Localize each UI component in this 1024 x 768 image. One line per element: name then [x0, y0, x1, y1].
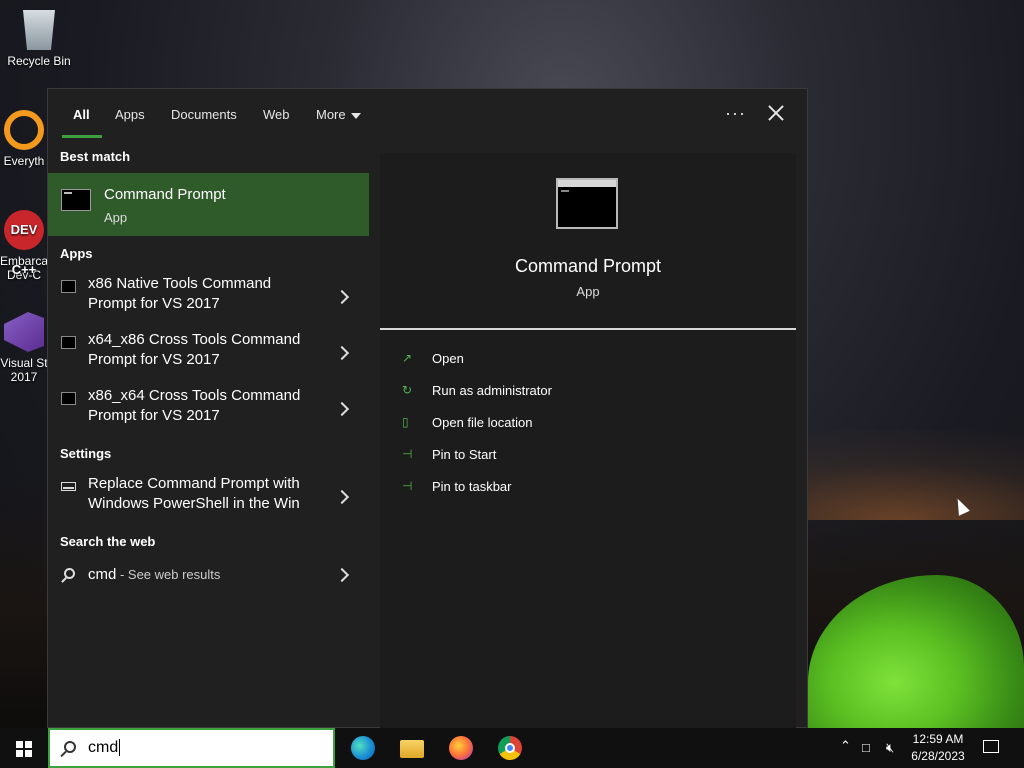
app-result-line2: Prompt for VS 2017 — [88, 295, 220, 312]
shield-icon: ↻ — [402, 383, 413, 397]
pin-icon: ⊣ — [402, 479, 413, 493]
best-match-subtitle: App — [104, 210, 128, 225]
windows-logo-icon — [25, 750, 32, 757]
chevron-right-icon[interactable] — [334, 289, 350, 305]
settings-heading: Settings — [60, 446, 112, 461]
firefox-icon[interactable] — [449, 736, 473, 760]
show-hidden-icons-chevron-icon[interactable]: ⌃ — [840, 738, 851, 754]
system-clock[interactable]: 12:59 AM 6/28/2023 — [902, 731, 974, 765]
web-result-cmd[interactable]: cmd - See web results — [48, 557, 369, 591]
action-label: Pin to Start — [432, 447, 497, 462]
settings-display-icon — [61, 482, 76, 491]
app-result-line1: x86_x64 Cross Tools Command — [88, 387, 301, 404]
app-result-line1: x64_x86 Cross Tools Command — [88, 331, 301, 348]
edge-icon[interactable] — [351, 736, 375, 760]
desktop-icon-label: Visual St 2017 — [0, 356, 48, 384]
desktop-icon-everything[interactable]: Everyth — [0, 110, 48, 168]
tab-more[interactable]: More — [316, 107, 361, 122]
app-result-label: x86_x64 Cross Tools Command Prompt for V… — [88, 386, 318, 426]
taskbar-search-input[interactable]: cmd — [48, 728, 335, 768]
preview-divider — [380, 328, 796, 330]
search-icon — [64, 741, 76, 753]
app-result-x86-x64-cross[interactable]: x86_x64 Cross Tools Command Prompt for V… — [48, 382, 369, 436]
search-tabs: All Apps Documents Web More ··· — [48, 89, 807, 138]
app-result-label: x64_x86 Cross Tools Command Prompt for V… — [88, 330, 318, 370]
command-prompt-icon — [61, 280, 76, 293]
app-result-line2: Prompt for VS 2017 — [88, 351, 220, 368]
apps-heading: Apps — [60, 246, 93, 261]
best-match-title: Command Prompt — [104, 186, 226, 203]
tab-web[interactable]: Web — [263, 107, 290, 122]
windows-logo-icon — [16, 741, 23, 748]
clock-date: 6/28/2023 — [911, 749, 965, 763]
file-location-icon: ▯ — [402, 415, 409, 429]
command-prompt-icon — [61, 189, 91, 211]
desktop-icon-label: Everyth — [3, 154, 45, 168]
desktop-icon-visual-studio[interactable]: Visual St 2017 — [0, 312, 48, 384]
command-prompt-icon — [556, 178, 618, 229]
best-match-command-prompt[interactable]: Command Prompt App — [48, 173, 369, 236]
close-icon[interactable] — [764, 101, 788, 125]
pin-icon: ⊣ — [402, 447, 413, 461]
desktop-icon-devcpp[interactable]: DEV C++ Embarca Dev-C — [0, 210, 48, 282]
action-label: Open file location — [432, 415, 533, 430]
best-match-heading: Best match — [60, 149, 131, 164]
search-query-text: cmd — [88, 739, 119, 756]
search-input-value[interactable]: cmd — [88, 739, 121, 757]
chevron-right-icon[interactable] — [334, 489, 350, 505]
file-explorer-icon[interactable] — [400, 740, 424, 758]
tab-more-label: More — [316, 107, 346, 122]
preview-subtitle: App — [576, 284, 600, 299]
more-options-icon[interactable]: ··· — [725, 103, 746, 124]
preview-pane: Command Prompt App ↗ Open ↻ Run as admin… — [380, 153, 796, 729]
settings-result-label: Replace Command Prompt with Windows Powe… — [88, 474, 318, 514]
action-center-icon[interactable] — [983, 740, 999, 753]
web-result-query: cmd — [88, 566, 117, 583]
action-label: Open — [432, 351, 464, 366]
visual-studio-icon — [4, 312, 44, 352]
settings-result-replace-powershell[interactable]: Replace Command Prompt with Windows Powe… — [48, 470, 369, 524]
preview-title: Command Prompt — [514, 256, 662, 276]
volume-muted-icon[interactable]: 🔇︎ — [886, 740, 894, 756]
start-button[interactable] — [16, 741, 32, 757]
app-result-line1: x86 Native Tools Command — [88, 275, 272, 292]
app-result-x86-native[interactable]: x86 Native Tools Command Prompt for VS 2… — [48, 270, 369, 324]
open-icon: ↗ — [402, 351, 413, 365]
clock-time: 12:59 AM — [912, 732, 964, 746]
tab-all[interactable]: All — [73, 107, 90, 122]
app-result-label: x86 Native Tools Command Prompt for VS 2… — [88, 274, 318, 314]
chrome-icon[interactable] — [498, 736, 522, 760]
command-prompt-icon — [61, 336, 76, 349]
everything-search-icon — [4, 110, 44, 150]
web-result-suffix: - See web results — [116, 567, 221, 582]
desktop-icon-recycle-bin[interactable]: Recycle Bin — [4, 10, 74, 68]
network-icon[interactable]: □ — [862, 740, 870, 755]
app-result-line2: Prompt for VS 2017 — [88, 407, 220, 424]
search-web-heading: Search the web — [60, 534, 156, 549]
chevron-right-icon[interactable] — [334, 401, 350, 417]
search-flyout: All Apps Documents Web More ··· Best mat… — [47, 88, 808, 729]
app-result-x64-x86-cross[interactable]: x64_x86 Cross Tools Command Prompt for V… — [48, 326, 369, 380]
chevron-right-icon[interactable] — [334, 567, 350, 583]
results-list: Best match Command Prompt App Apps x86 N… — [48, 137, 369, 727]
tab-apps[interactable]: Apps — [115, 107, 145, 122]
tab-documents[interactable]: Documents — [171, 107, 237, 122]
action-label: Run as administrator — [432, 383, 552, 398]
text-caret — [119, 739, 121, 757]
web-result-label: cmd - See web results — [88, 566, 220, 584]
devcpp-icon: DEV C++ — [4, 210, 44, 277]
taskbar: cmd ⌃ □ 🔇︎ 12:59 AM 6/28/2023 — [0, 728, 1024, 768]
search-icon — [64, 568, 75, 579]
action-label: Pin to taskbar — [432, 479, 512, 494]
windows-logo-icon — [16, 750, 23, 757]
chevron-down-icon — [350, 112, 361, 119]
settings-result-line1: Replace Command Prompt with — [88, 475, 300, 492]
recycle-bin-icon — [23, 10, 55, 50]
desktop-icon-label: Recycle Bin — [7, 54, 71, 68]
settings-result-line2: Windows PowerShell in the Win — [88, 495, 300, 512]
windows-logo-icon — [25, 741, 32, 748]
chevron-right-icon[interactable] — [334, 345, 350, 361]
command-prompt-icon — [61, 392, 76, 405]
